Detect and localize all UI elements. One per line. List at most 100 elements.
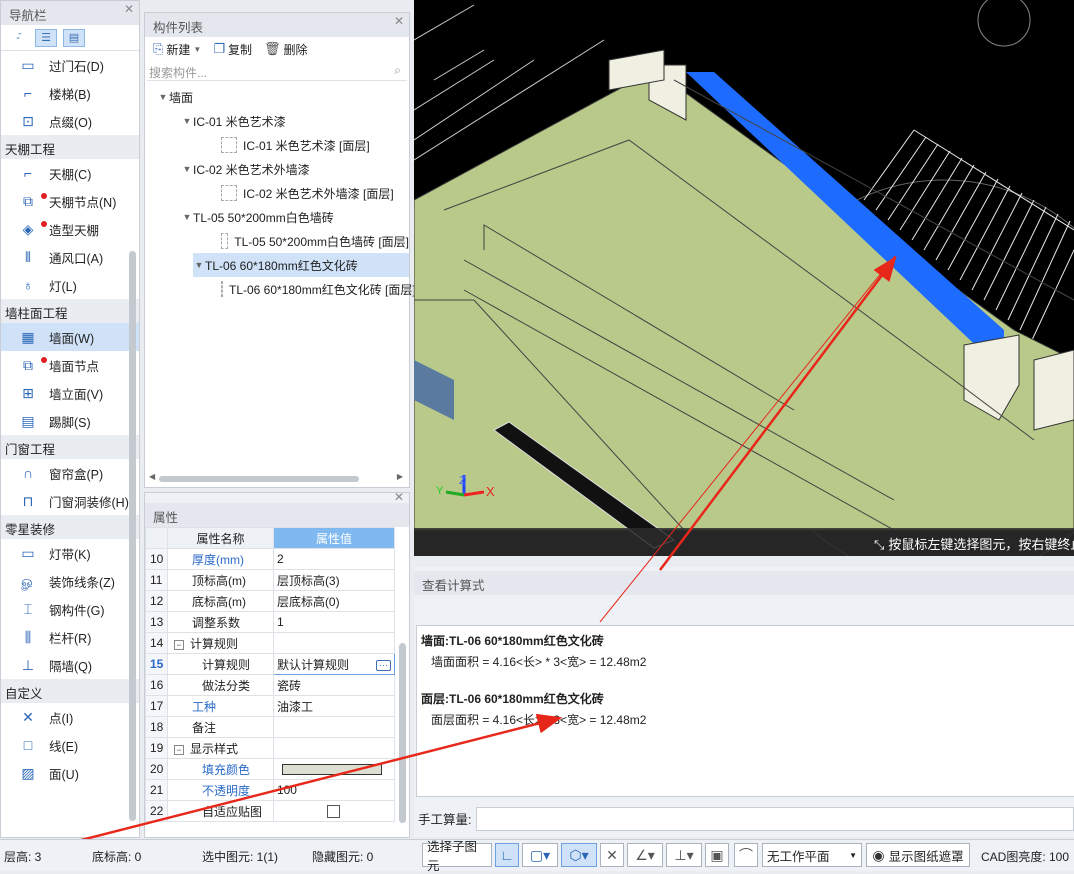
props-scrollbar[interactable] bbox=[399, 643, 406, 823]
property-value[interactable]: 油漆工 bbox=[272, 695, 396, 717]
tree-root[interactable]: ▼ 墙面 bbox=[145, 85, 409, 109]
property-value[interactable]: 默认计算规则 ··· bbox=[272, 653, 396, 675]
property-row[interactable]: 14− 计算规则 bbox=[145, 632, 396, 654]
tree-leaf[interactable]: IC-01 米色艺术漆 [面层] bbox=[145, 133, 409, 157]
nav-item[interactable]: ⧉ 天棚节点(N) bbox=[1, 187, 139, 215]
nav-item[interactable]: ▤ 踢脚(S) bbox=[1, 407, 139, 435]
nav-item[interactable]: ⊡ 点缀(O) bbox=[1, 107, 139, 135]
viewport-drawing[interactable]: Z X Y bbox=[414, 0, 1074, 556]
property-value[interactable]: 100 bbox=[272, 779, 396, 801]
ortho-toggle-icon[interactable]: ∟ bbox=[495, 843, 519, 867]
property-row[interactable]: 21 不透明度 100 bbox=[145, 779, 396, 801]
nav-item[interactable]: □ 线(E) bbox=[1, 731, 139, 759]
property-value[interactable] bbox=[272, 632, 396, 654]
arc-icon[interactable]: ⌒ bbox=[734, 843, 758, 867]
nav-item[interactable]: ▭ 过门石(D) bbox=[1, 51, 139, 79]
nav-item[interactable]: ⌐ 楼梯(B) bbox=[1, 79, 139, 107]
property-row[interactable]: 15 计算规则 默认计算规则 ··· bbox=[145, 653, 396, 675]
nav-item[interactable]: ▨ 面(U) bbox=[1, 759, 139, 787]
property-value[interactable] bbox=[272, 800, 396, 822]
property-row[interactable]: 12 底标高(m) 层底标高(0) bbox=[145, 590, 396, 612]
nav-item[interactable]: ௐ 装饰线条(Z) bbox=[1, 567, 139, 595]
dimension-icon[interactable]: ⊥▾ bbox=[666, 843, 702, 867]
nav-category[interactable]: 零星装修 bbox=[1, 515, 139, 539]
select-child-button[interactable]: 选择子图元 bbox=[422, 840, 492, 873]
tree-hscroll-thumb[interactable] bbox=[159, 476, 359, 482]
property-row[interactable]: 22 自适应贴图 bbox=[145, 800, 396, 822]
color-swatch[interactable] bbox=[281, 764, 382, 776]
component-search-input[interactable]: 搜索构件... ⌕ bbox=[147, 61, 407, 81]
show-mask-button[interactable]: ◉ 显示图纸遮罩 bbox=[866, 843, 970, 867]
list-view-icon[interactable]: ☰ bbox=[35, 29, 57, 47]
delete-button[interactable]: 🗑 删除 bbox=[260, 41, 312, 58]
new-button[interactable]: ⎘ 新建 ▼ bbox=[149, 41, 205, 58]
nav-item[interactable]: ⦀ 通风口(A) bbox=[1, 243, 139, 271]
nav-item[interactable]: ∩ 窗帘盒(P) bbox=[1, 459, 139, 487]
tree-hscrollbar[interactable]: ◀ ▶ bbox=[149, 472, 403, 483]
property-row[interactable]: 19− 显示样式 bbox=[145, 737, 396, 759]
property-value[interactable] bbox=[272, 737, 396, 759]
nav-item[interactable]: ⫼ 栏杆(R) bbox=[1, 623, 139, 651]
print-icon[interactable]: ▣ bbox=[705, 843, 729, 867]
expand-icon[interactable]: ▼ bbox=[181, 164, 193, 174]
checkbox[interactable] bbox=[327, 805, 341, 819]
nav-item[interactable]: ▭ 灯带(K) bbox=[1, 539, 139, 567]
tree-leaf[interactable]: TL-06 60*180mm红色文化砖 [面层] bbox=[145, 277, 416, 301]
more-icon[interactable]: ··· bbox=[376, 659, 391, 671]
property-row[interactable]: 16 做法分类 瓷砖 bbox=[145, 674, 396, 696]
nav-category[interactable]: 自定义 bbox=[1, 679, 139, 703]
nav-item[interactable]: ⌐ 天棚(C) bbox=[1, 159, 139, 187]
tree-group[interactable]: ▼ IC-02 米色艺术外墙漆 bbox=[145, 157, 409, 181]
scroll-left-icon[interactable]: ◀ bbox=[149, 472, 155, 481]
nav-item[interactable]: ⌶ 钢构件(G) bbox=[1, 595, 139, 623]
nav-item[interactable]: ⊞ 墙立面(V) bbox=[1, 379, 139, 407]
nav-category[interactable]: 天棚工程 bbox=[1, 135, 139, 159]
rect-select-icon[interactable]: ▢▾ bbox=[522, 843, 558, 867]
nav-item[interactable]: ⧉ 墙面节点 bbox=[1, 351, 139, 379]
collapse-icon[interactable]: − bbox=[174, 744, 184, 755]
cross-icon[interactable]: ✕ bbox=[600, 843, 624, 867]
manual-calc-input[interactable] bbox=[476, 807, 1074, 831]
property-value[interactable] bbox=[272, 716, 396, 738]
scroll-right-icon[interactable]: ▶ bbox=[397, 472, 403, 481]
tree-leaf[interactable]: IC-02 米色艺术外墙漆 [面层] bbox=[145, 181, 409, 205]
property-row[interactable]: 11 顶标高(m) 层顶标高(3) bbox=[145, 569, 396, 591]
nav-item[interactable]: ♁ 灯(L) bbox=[1, 271, 139, 299]
property-row[interactable]: 17 工种 油漆工 bbox=[145, 695, 396, 717]
floor-surface[interactable] bbox=[414, 69, 1074, 531]
copy-button[interactable]: ❐ 复制 bbox=[209, 41, 256, 58]
tree-leaf[interactable]: TL-05 50*200mm白色墙砖 [面层] bbox=[145, 229, 409, 253]
expand-icon[interactable]: ▼ bbox=[181, 212, 193, 222]
3d-viewport[interactable]: Z X Y ⤡ 按鼠标左键选择图元，按右键终止 bbox=[414, 0, 1074, 556]
property-row[interactable]: 18 备注 bbox=[145, 716, 396, 738]
nav-item[interactable]: ⊓ 门窗洞装修(H) bbox=[1, 487, 139, 515]
expand-icon[interactable]: ▼ bbox=[157, 92, 169, 102]
nav-item[interactable]: ◈ 造型天棚 bbox=[1, 215, 139, 243]
search-icon[interactable]: ⌕ bbox=[394, 63, 401, 78]
property-row[interactable]: 20 填充颜色 bbox=[145, 758, 396, 780]
3d-view-icon[interactable]: ⬡▾ bbox=[561, 843, 597, 867]
property-value[interactable]: 2 bbox=[272, 548, 396, 570]
collapse-icon[interactable]: -̄ bbox=[7, 29, 29, 47]
expand-icon[interactable]: ▼ bbox=[193, 260, 205, 270]
nav-scrollbar[interactable] bbox=[129, 251, 136, 821]
property-row[interactable]: 10 厚度(mm) 2 bbox=[145, 548, 396, 570]
nav-item[interactable]: ▦ 墙面(W) bbox=[1, 323, 139, 351]
nav-category[interactable]: 墙柱面工程 bbox=[1, 299, 139, 323]
detail-view-icon[interactable]: ▤ bbox=[63, 29, 85, 47]
collapse-icon[interactable]: − bbox=[174, 639, 184, 650]
tree-group[interactable]: ▼ TL-06 60*180mm红色文化砖 bbox=[193, 253, 409, 277]
expand-icon[interactable]: ▼ bbox=[181, 116, 193, 126]
work-plane-select[interactable]: 无工作平面 ▼ bbox=[762, 843, 862, 867]
nav-item[interactable]: ✕ 点(I) bbox=[1, 703, 139, 731]
close-icon[interactable]: ✕ bbox=[394, 14, 404, 28]
nav-item[interactable]: ⊥ 隔墙(Q) bbox=[1, 651, 139, 679]
property-value[interactable]: 1 bbox=[272, 611, 396, 633]
property-value[interactable]: 层底标高(0) bbox=[272, 590, 396, 612]
chevron-down-icon[interactable]: ▼ bbox=[193, 45, 201, 54]
tree-group[interactable]: ▼ TL-05 50*200mm白色墙砖 bbox=[145, 205, 409, 229]
property-value[interactable]: 瓷砖 bbox=[272, 674, 396, 696]
close-icon[interactable]: ✕ bbox=[124, 2, 134, 16]
nav-category[interactable]: 门窗工程 bbox=[1, 435, 139, 459]
angle-icon[interactable]: ∠▾ bbox=[627, 843, 663, 867]
